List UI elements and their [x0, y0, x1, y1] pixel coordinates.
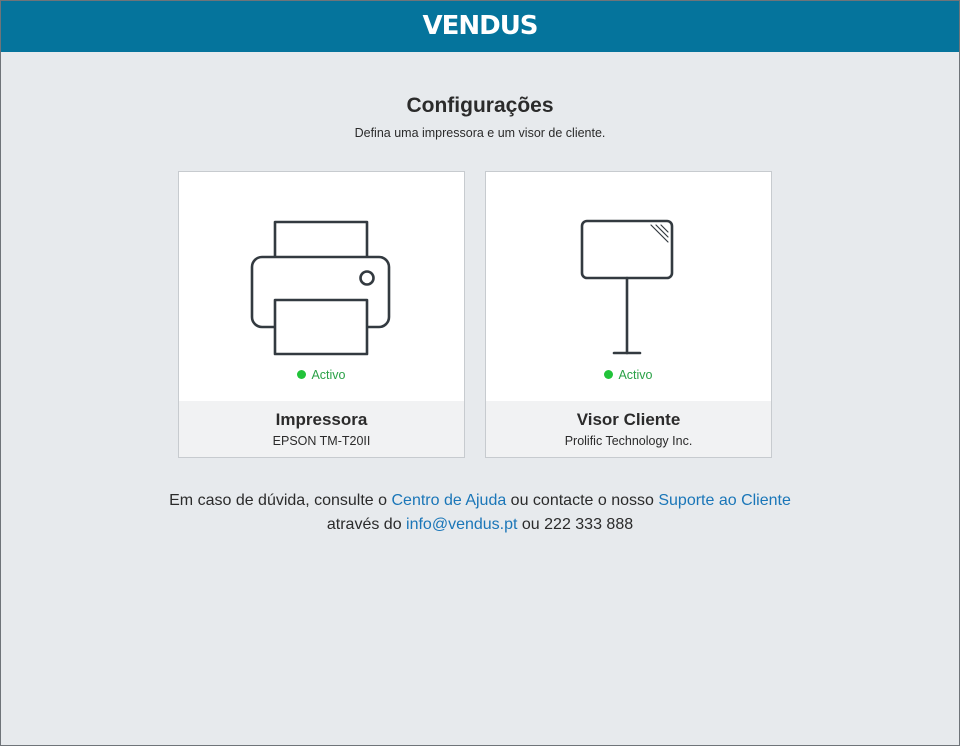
customer-display-name: Visor Cliente — [576, 410, 681, 429]
phone-number: 222 333 888 — [544, 516, 634, 533]
printer-name: Impressora — [275, 410, 368, 429]
customer-display-status-label: Activo — [618, 368, 653, 382]
help-text: Em caso de dúvida, consulte o Centro de … — [1, 489, 959, 537]
help-text-middle: ou contacte o nosso — [506, 492, 659, 509]
device-cards: Activo Impressora EPSON TM-T20II Activo … — [178, 171, 772, 458]
customer-display-model: Prolific Technology Inc. — [564, 434, 693, 448]
customer-display-card[interactable]: Activo Visor Cliente Prolific Technology… — [485, 171, 772, 458]
customer-display-card-footer: Visor Cliente Prolific Technology Inc. — [486, 401, 771, 457]
help-text-prefix: Em caso de dúvida, consulte o — [169, 492, 392, 509]
printer-status: Activo — [179, 367, 464, 383]
customer-support-link[interactable]: Suporte ao Cliente — [658, 492, 791, 509]
contact-text-prefix: através do — [326, 516, 407, 533]
vendus-logo[interactable]: VENDUS — [422, 13, 538, 39]
top-bar: VENDUS — [1, 1, 959, 52]
app-window: VENDUS Configurações Defina uma impresso… — [0, 0, 960, 746]
page-heading: Configurações Defina uma impressora e um… — [1, 94, 959, 141]
status-dot-icon — [297, 370, 307, 379]
page-subtitle: Defina uma impressora e um visor de clie… — [354, 126, 606, 140]
printer-status-label: Activo — [311, 368, 346, 382]
printer-card-footer: Impressora EPSON TM-T20II — [179, 401, 464, 457]
printer-card[interactable]: Activo Impressora EPSON TM-T20II — [178, 171, 465, 458]
status-dot-icon — [604, 370, 614, 379]
help-line-2: através do info@vendus.pt ou 222 333 888 — [1, 513, 959, 537]
email-link[interactable]: info@vendus.pt — [406, 516, 517, 533]
printer-model: EPSON TM-T20II — [272, 434, 371, 448]
contact-text-middle: ou — [517, 516, 545, 533]
help-line-1: Em caso de dúvida, consulte o Centro de … — [1, 489, 959, 513]
help-center-link[interactable]: Centro de Ajuda — [391, 492, 506, 509]
customer-display-status: Activo — [486, 367, 771, 383]
page-title: Configurações — [406, 94, 554, 117]
